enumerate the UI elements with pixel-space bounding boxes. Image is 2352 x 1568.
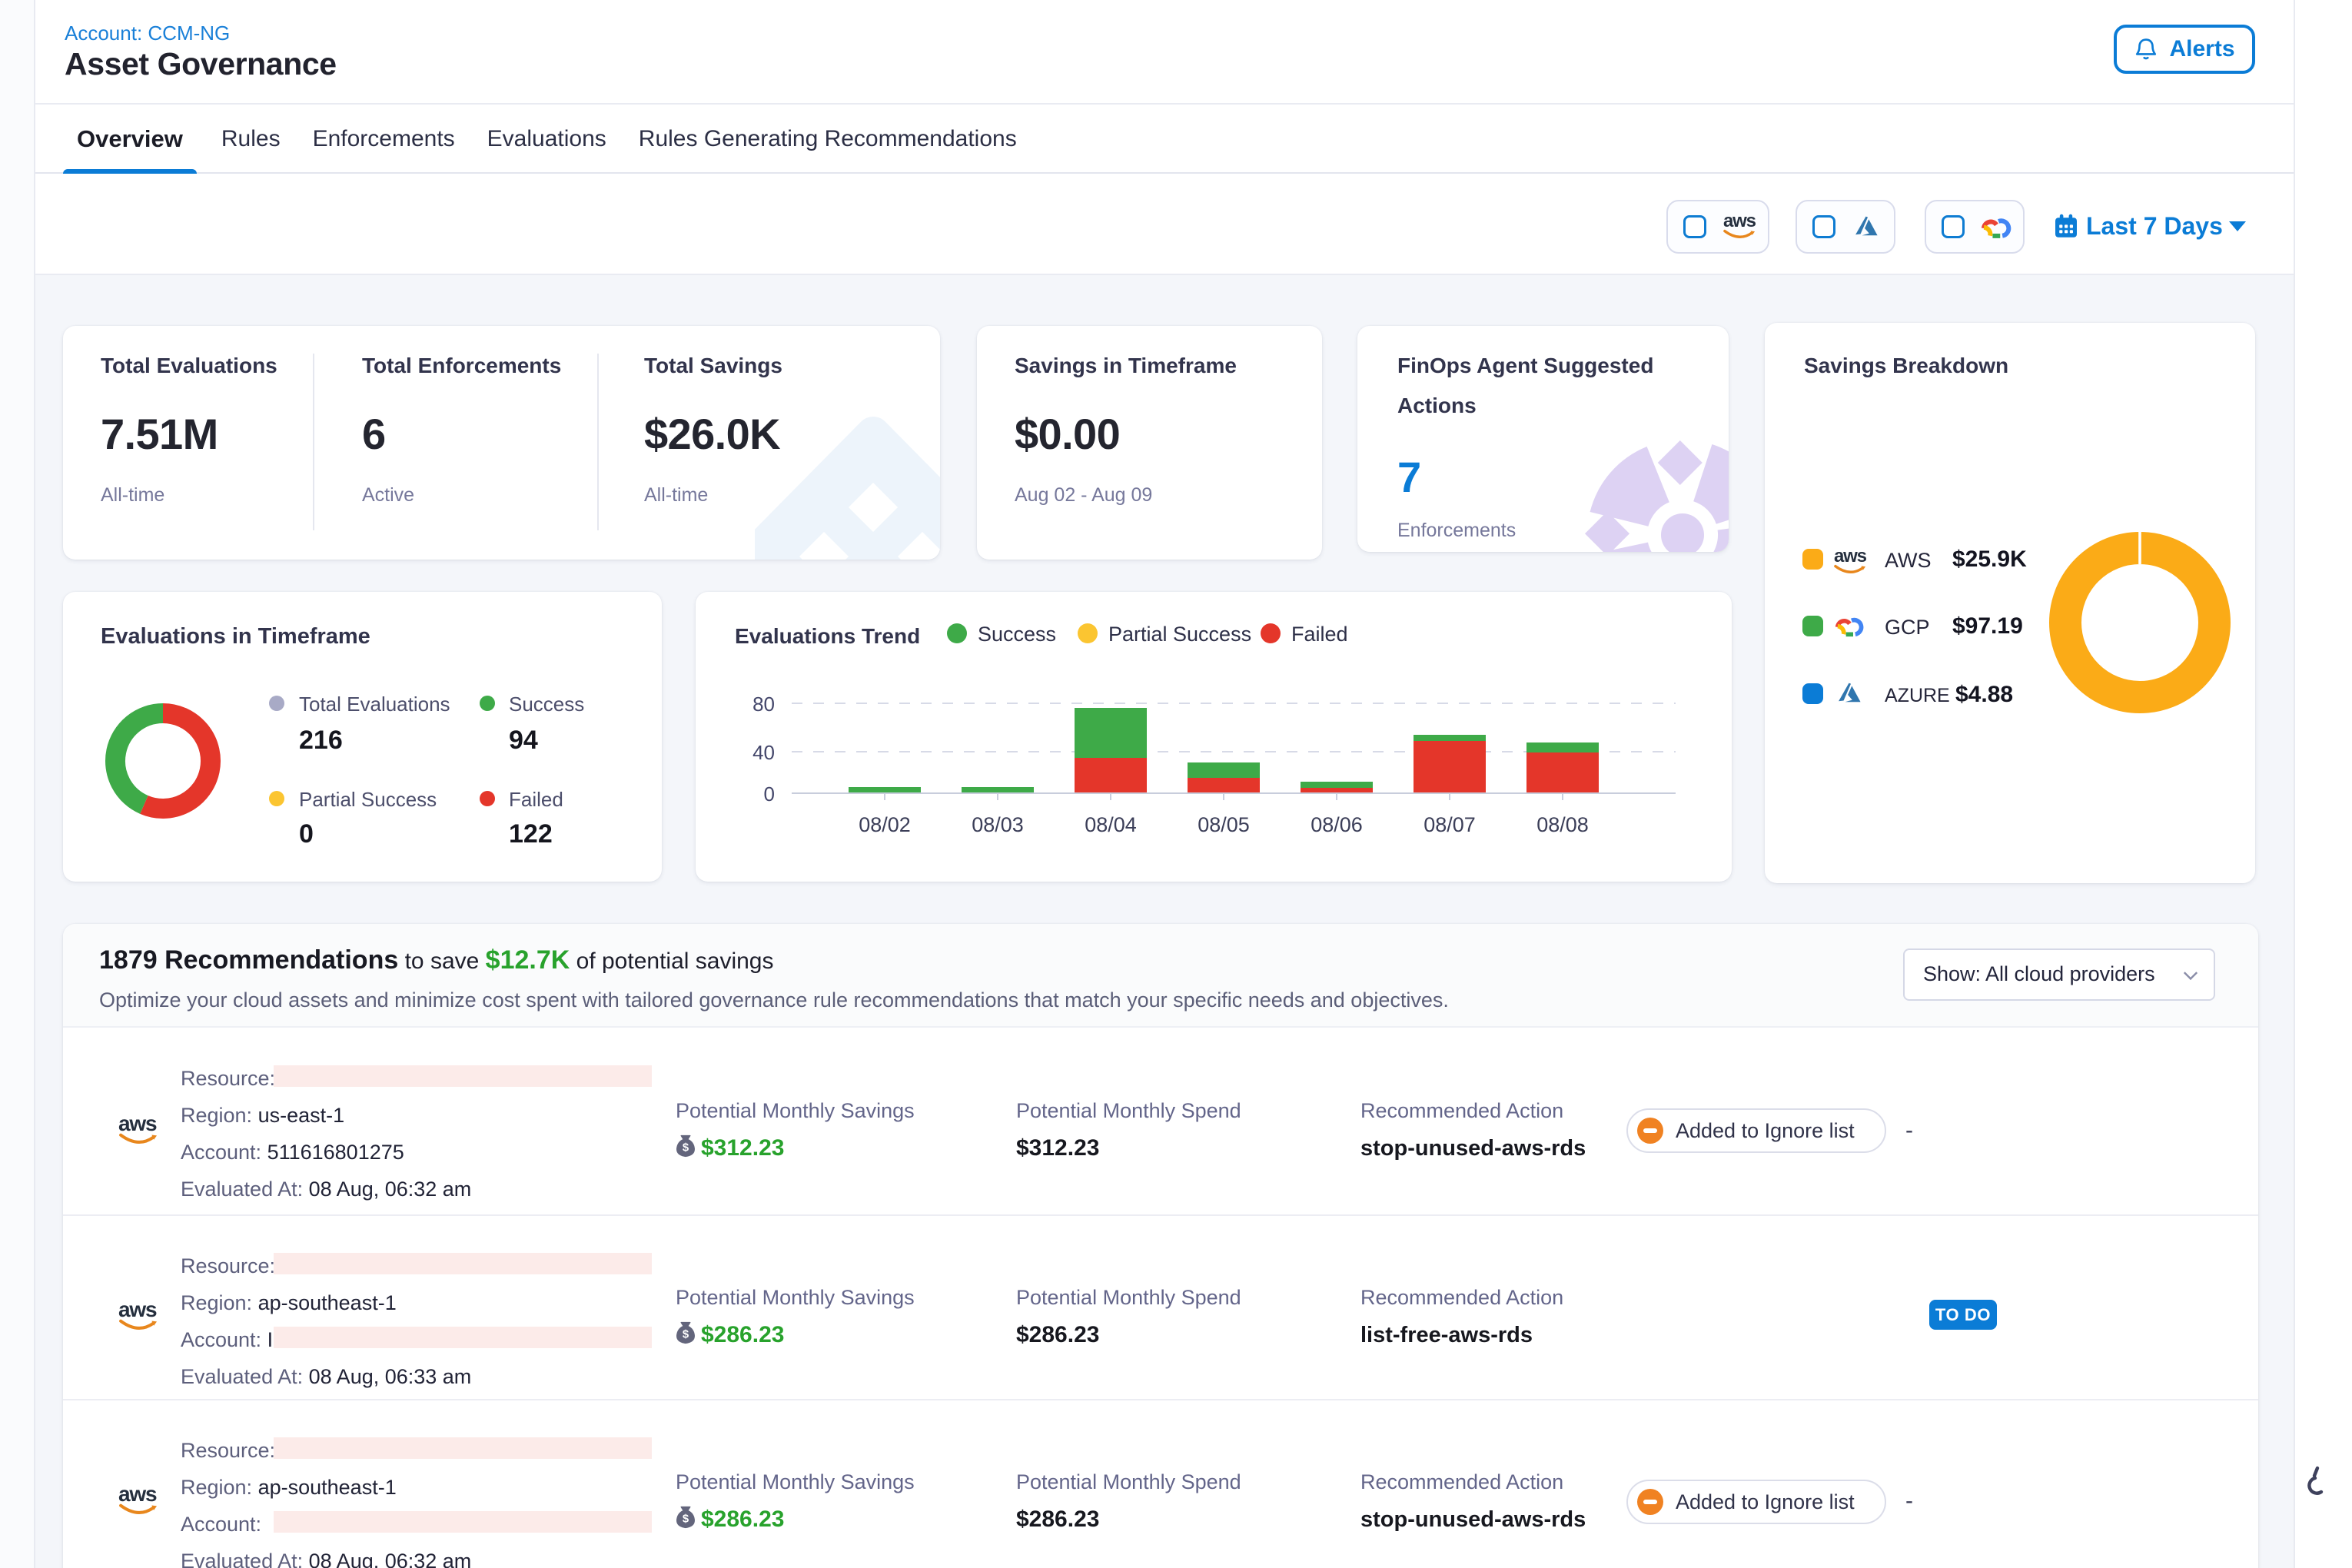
- svg-text:$: $: [683, 1329, 689, 1341]
- svg-text:$: $: [683, 1142, 689, 1154]
- svg-text:$: $: [683, 1513, 689, 1526]
